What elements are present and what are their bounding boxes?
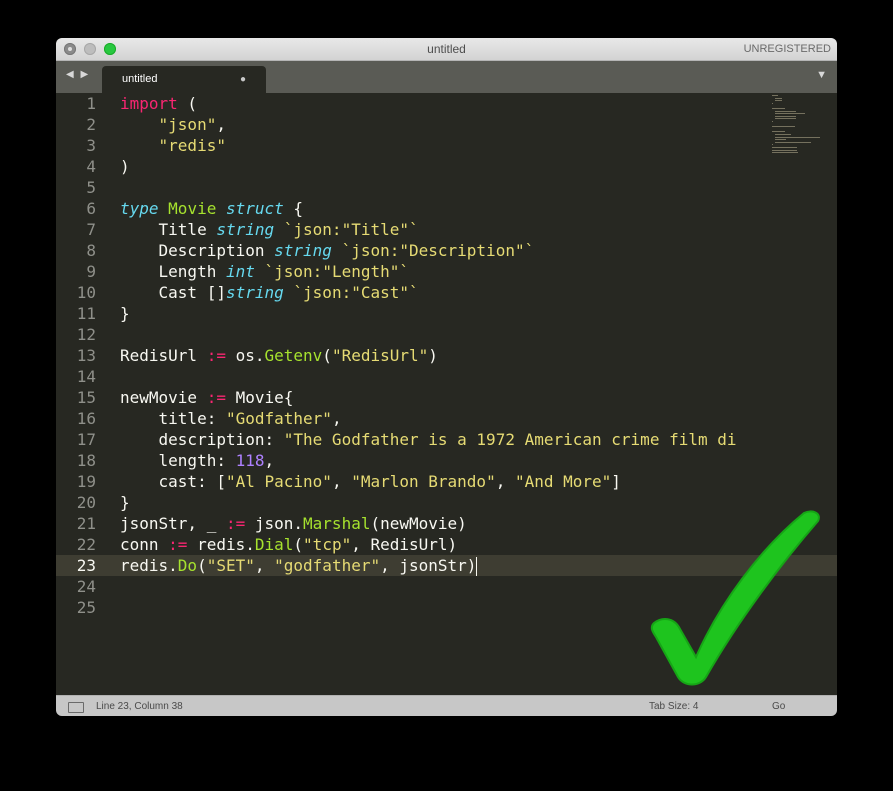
minimap-line (772, 147, 798, 148)
minimap-line (774, 134, 791, 135)
line-number: 14 (76, 367, 96, 386)
code-line[interactable]: ) (120, 156, 130, 177)
line-number: 16 (76, 409, 96, 428)
minimap-line (774, 136, 820, 138)
code-line[interactable]: conn := redis.Dial("tcp", RedisUrl) (120, 534, 457, 555)
code-line[interactable]: Cast []string `json:"Cast"` (120, 282, 419, 303)
tab-untitled[interactable]: untitled ● (102, 66, 266, 93)
line-number: 15 (76, 388, 96, 407)
tab-menu-chevron-icon[interactable]: ▼ (816, 69, 827, 81)
minimap-line (772, 149, 797, 151)
line-number: 19 (76, 472, 96, 491)
syntax-selector[interactable]: Go (772, 696, 785, 716)
minimap-line (772, 144, 773, 146)
minimap-line (772, 131, 785, 133)
code-line[interactable]: "json", (120, 114, 226, 135)
line-number: 6 (86, 199, 96, 218)
minimap-line (772, 126, 796, 128)
minimap-line (774, 118, 797, 120)
code-line[interactable]: import ( (120, 93, 197, 114)
tab-label: untitled (122, 73, 158, 85)
line-number: 13 (76, 346, 96, 365)
panel-toggle-icon[interactable] (68, 702, 84, 713)
minimap-line (774, 139, 786, 141)
minimap-line (774, 141, 812, 143)
tab-unsaved-dot-icon[interactable]: ● (240, 66, 246, 93)
line-number: 18 (76, 451, 96, 470)
minimap-line (774, 97, 783, 99)
code-line[interactable]: type Movie struct { (120, 198, 303, 219)
line-number: 8 (86, 241, 96, 260)
code-line[interactable]: Title string `json:"Title"` (120, 219, 419, 240)
code-line[interactable]: } (120, 303, 130, 324)
tab-nav-arrows-icon[interactable]: ◀ ▶ (66, 69, 90, 80)
code-line[interactable]: jsonStr, _ := json.Marshal(newMovie) (120, 513, 467, 534)
minimap-line (774, 113, 805, 115)
cursor-position: Line 23, Column 38 (96, 701, 183, 712)
minimap[interactable] (772, 95, 827, 165)
code-line[interactable]: Description string `json:"Description"` (120, 240, 535, 261)
line-number: 25 (76, 598, 96, 617)
line-number: 4 (86, 157, 96, 176)
code-line[interactable]: cast: ["Al Pacino", "Marlon Brando", "An… (120, 471, 621, 492)
tab-size-selector[interactable]: Tab Size: 4 (649, 696, 698, 716)
code-line[interactable]: length: 118, (120, 450, 275, 471)
code-line[interactable]: description: "The Godfather is a 1972 Am… (120, 429, 737, 450)
minimap-line (772, 95, 778, 96)
tab-bar: ◀ ▶ untitled ● ▼ (56, 61, 837, 93)
line-number: 10 (76, 283, 96, 302)
line-number: 12 (76, 325, 96, 344)
code-line[interactable]: "redis" (120, 135, 226, 156)
code-line[interactable]: newMovie := Movie{ (120, 387, 293, 408)
code-line[interactable]: } (120, 492, 130, 513)
line-number: 17 (76, 430, 96, 449)
code-line[interactable]: Length int `json:"Length"` (120, 261, 409, 282)
line-number: 3 (86, 136, 96, 155)
status-bar: Line 23, Column 38 Tab Size: 4 Go (56, 695, 837, 716)
line-number: 1 (86, 94, 96, 113)
code-line[interactable]: RedisUrl := os.Getenv("RedisUrl") (120, 345, 438, 366)
title-bar: untitled UNREGISTERED (56, 38, 837, 61)
line-number-current: 23 (76, 556, 96, 575)
line-number: 5 (86, 178, 96, 197)
minimap-line (772, 152, 798, 154)
line-number: 11 (76, 304, 96, 323)
code-line[interactable]: redis.Do("SET", "godfather", jsonStr) (120, 555, 478, 576)
line-number: 22 (76, 535, 96, 554)
minimap-line (774, 110, 797, 112)
green-checkmark-icon (650, 510, 820, 686)
line-number: 2 (86, 115, 96, 134)
window-title: untitled (427, 42, 466, 56)
minimap-line (772, 121, 773, 122)
line-number: 7 (86, 220, 96, 239)
minimap-line (772, 102, 773, 104)
line-number: 9 (86, 262, 96, 281)
line-number: 21 (76, 514, 96, 533)
line-number: 20 (76, 493, 96, 512)
minimap-line (772, 108, 786, 109)
text-cursor (476, 557, 478, 576)
minimap-line (774, 115, 796, 117)
minimap-line (774, 100, 783, 102)
unregistered-label: UNREGISTERED (743, 43, 831, 55)
code-line[interactable]: title: "Godfather", (120, 408, 342, 429)
line-number: 24 (76, 577, 96, 596)
